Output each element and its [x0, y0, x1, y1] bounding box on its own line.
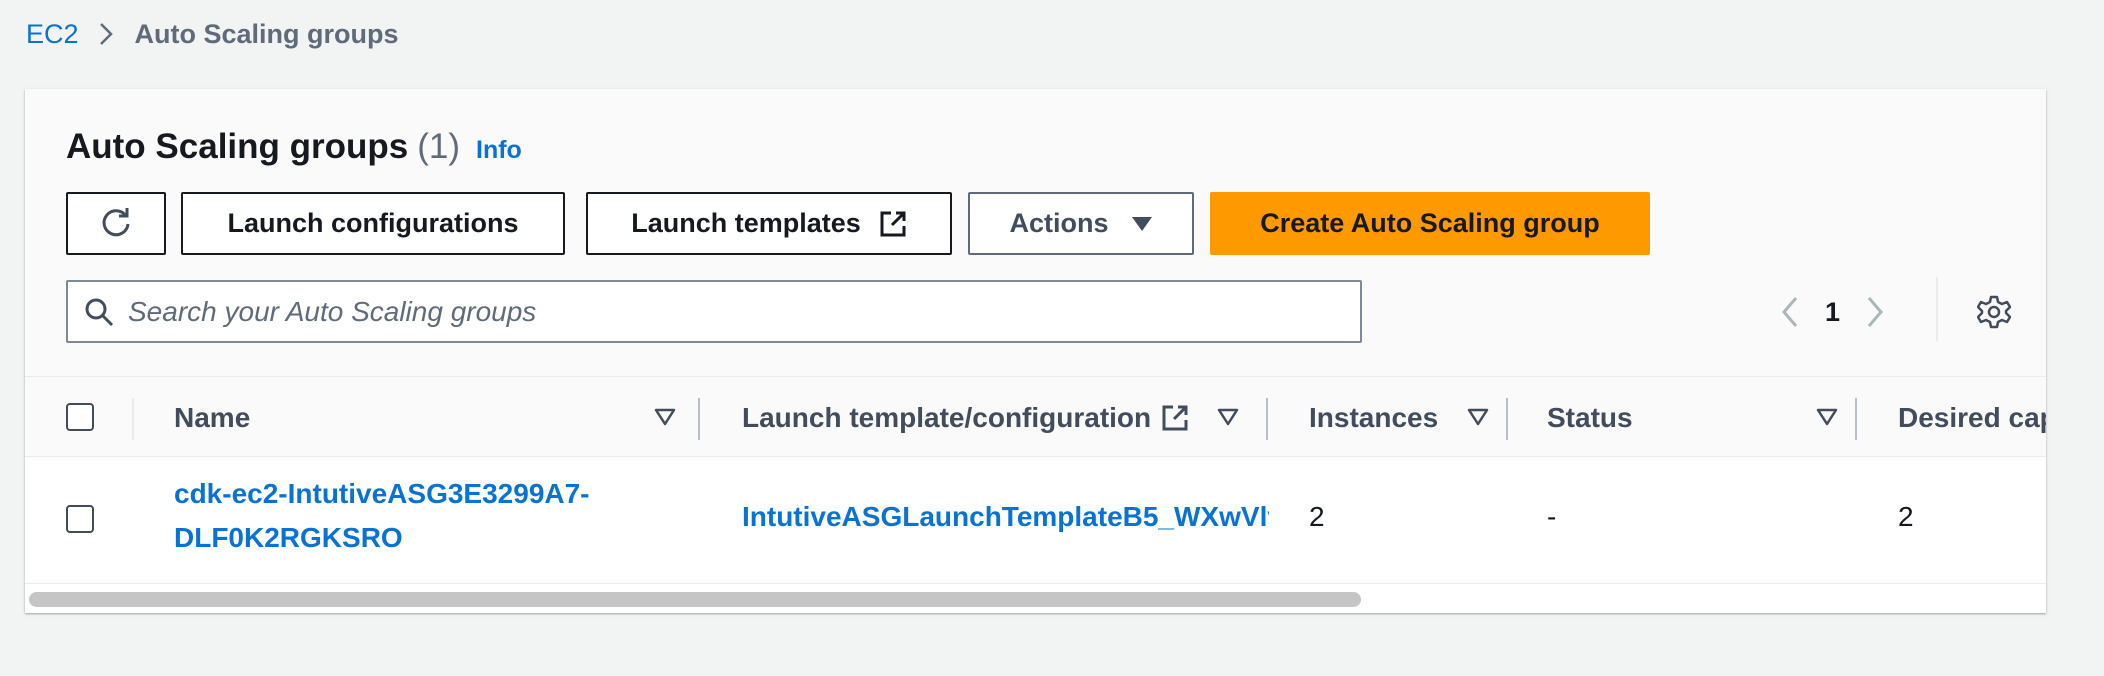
- column-header-status[interactable]: Status: [1547, 377, 1633, 458]
- actions-dropdown-button[interactable]: Actions: [968, 192, 1194, 255]
- column-header-launch-template-label: Launch template/configuration: [742, 401, 1152, 433]
- column-divider[interactable]: [698, 398, 700, 440]
- page-title: Auto Scaling groups: [66, 127, 409, 166]
- pagination-divider: [1936, 277, 1938, 341]
- search-input[interactable]: [128, 295, 1328, 328]
- pagination: 1: [1775, 286, 1890, 338]
- group-name-link[interactable]: cdk-ec2-IntutiveASG3E3299A7-DLF0K2RGKSRO: [174, 472, 614, 560]
- sort-icon[interactable]: [1217, 408, 1239, 426]
- page-title-row: Auto Scaling groups (1) Info: [66, 127, 522, 167]
- launch-templates-label: Launch templates: [631, 208, 861, 238]
- gear-icon[interactable]: [1977, 295, 2011, 329]
- search-field[interactable]: [66, 280, 1362, 343]
- create-label: Create Auto Scaling group: [1260, 208, 1600, 238]
- column-header-desired-capacity[interactable]: Desired cap: [1898, 377, 2046, 458]
- column-header-instances[interactable]: Instances: [1309, 377, 1438, 458]
- table-row[interactable]: cdk-ec2-IntutiveASG3E3299A7-DLF0K2RGKSRO…: [25, 457, 2046, 584]
- refresh-icon: [99, 207, 133, 241]
- launch-template-link[interactable]: IntutiveASGLaunchTemplateB5_WXwVlv: [742, 501, 1269, 533]
- info-link[interactable]: Info: [476, 136, 522, 165]
- launch-configurations-label: Launch configurations: [227, 208, 519, 238]
- chevron-right-icon: [99, 22, 113, 46]
- caret-down-icon: [1131, 216, 1153, 232]
- sort-icon[interactable]: [1467, 408, 1489, 426]
- column-divider[interactable]: [1506, 398, 1508, 440]
- chevron-left-icon[interactable]: [1775, 296, 1805, 328]
- panel-header: Auto Scaling groups (1) Info Launch conf…: [25, 89, 2046, 376]
- instances-value: 2: [1309, 501, 1325, 532]
- launch-configurations-button[interactable]: Launch configurations: [181, 192, 565, 255]
- column-header-name[interactable]: Name: [174, 377, 250, 458]
- row-checkbox[interactable]: [66, 505, 94, 533]
- external-link-icon: [1161, 404, 1189, 432]
- table-header: Name Launch template/configuration Insta…: [25, 376, 2046, 457]
- launch-templates-button[interactable]: Launch templates: [586, 192, 952, 255]
- page-number[interactable]: 1: [1825, 297, 1840, 328]
- breadcrumb: EC2 Auto Scaling groups: [26, 14, 399, 54]
- column-divider[interactable]: [1855, 398, 1857, 440]
- actions-label: Actions: [1009, 208, 1109, 238]
- sort-icon[interactable]: [1816, 408, 1838, 426]
- desired-capacity-value: 2: [1898, 501, 1914, 532]
- horizontal-scrollbar[interactable]: [25, 585, 2046, 613]
- column-divider[interactable]: [1266, 398, 1268, 440]
- chevron-right-icon[interactable]: [1860, 296, 1890, 328]
- refresh-button[interactable]: [66, 192, 166, 255]
- status-value: -: [1547, 501, 1557, 532]
- breadcrumb-ec2-link[interactable]: EC2: [26, 19, 79, 50]
- scrollbar-thumb[interactable]: [29, 592, 1361, 607]
- select-all-checkbox[interactable]: [66, 403, 94, 431]
- column-header-launch-template[interactable]: Launch template/configuration: [742, 377, 1189, 458]
- breadcrumb-current: Auto Scaling groups: [134, 18, 399, 49]
- sort-icon[interactable]: [654, 408, 676, 426]
- column-divider: [132, 398, 134, 440]
- search-icon: [84, 297, 114, 327]
- group-count: (1): [417, 127, 461, 166]
- auto-scaling-groups-panel: Auto Scaling groups (1) Info Launch conf…: [25, 89, 2046, 613]
- external-link-icon: [879, 210, 907, 238]
- create-auto-scaling-group-button[interactable]: Create Auto Scaling group: [1210, 192, 1650, 255]
